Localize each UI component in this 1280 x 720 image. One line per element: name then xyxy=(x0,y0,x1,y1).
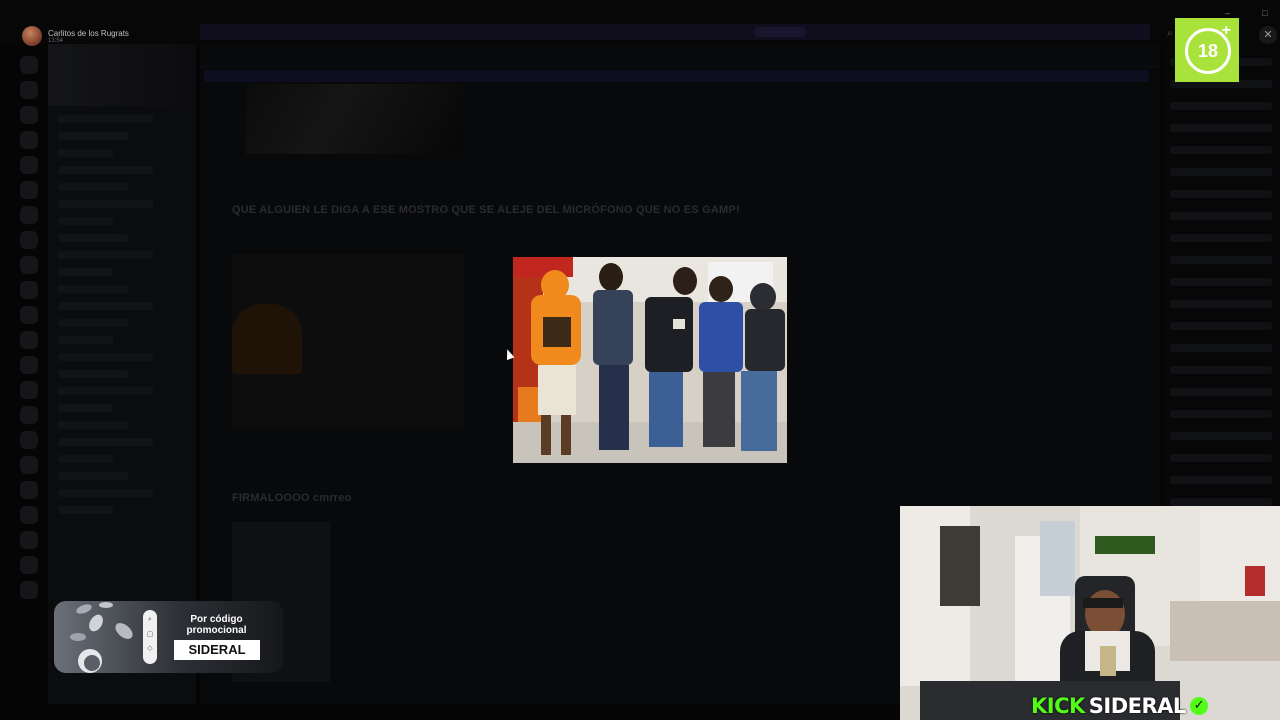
stream-brand-label: KICK SIDERAL ✓ xyxy=(1031,694,1208,718)
channel-item[interactable] xyxy=(58,285,128,293)
member-item[interactable] xyxy=(1170,322,1272,330)
server-icon[interactable] xyxy=(20,556,38,574)
server-icon[interactable] xyxy=(20,56,38,74)
member-item[interactable] xyxy=(1170,344,1272,352)
channel-item[interactable] xyxy=(58,404,113,412)
promo-icons: ⌕ ▢ ◇ xyxy=(143,610,157,664)
member-item[interactable] xyxy=(1170,366,1272,374)
lock-icon: ▢ xyxy=(146,631,154,638)
close-button[interactable]: ✕ xyxy=(1259,26,1277,44)
server-icon[interactable] xyxy=(20,231,38,249)
server-icon[interactable] xyxy=(20,181,38,199)
search-icon: ⌕ xyxy=(148,616,152,623)
server-icon[interactable] xyxy=(20,506,38,524)
user-info[interactable]: Carlitos de los Rugrats 13:54 xyxy=(22,26,129,46)
server-icon[interactable] xyxy=(20,81,38,99)
channel-item[interactable] xyxy=(58,115,153,123)
server-icon[interactable] xyxy=(20,531,38,549)
avatar xyxy=(22,26,42,46)
channel-item[interactable] xyxy=(58,149,113,157)
server-icon[interactable] xyxy=(20,331,38,349)
member-item[interactable] xyxy=(1170,102,1272,110)
channel-item[interactable] xyxy=(58,387,153,395)
server-rail xyxy=(14,50,44,710)
chat-message: FIRMALOOOO cmrreo xyxy=(232,492,352,504)
channel-item[interactable] xyxy=(58,506,113,514)
channel-item[interactable] xyxy=(58,217,113,225)
channel-item[interactable] xyxy=(58,472,128,480)
member-item[interactable] xyxy=(1170,146,1272,154)
channel-item[interactable] xyxy=(58,336,113,344)
streamer-name: SIDERAL xyxy=(1088,694,1187,718)
channel-item[interactable] xyxy=(58,268,113,276)
member-item[interactable] xyxy=(1170,432,1272,440)
notice-button[interactable] xyxy=(755,27,805,37)
server-icon[interactable] xyxy=(20,281,38,299)
image-preview[interactable] xyxy=(513,257,787,463)
notice-strip xyxy=(200,24,1150,40)
zoom-icon[interactable]: ⌕ xyxy=(1167,28,1173,39)
member-item[interactable] xyxy=(1170,234,1272,242)
tag-icon: ◇ xyxy=(147,645,153,652)
promo-text: Por código promocional xyxy=(186,614,247,636)
channel-item[interactable] xyxy=(58,132,128,140)
promo-code: SIDERAL xyxy=(174,640,260,660)
member-item[interactable] xyxy=(1170,454,1272,462)
channel-item[interactable] xyxy=(58,370,128,378)
channel-notice xyxy=(204,70,1149,82)
message-attachment[interactable] xyxy=(232,254,464,429)
channel-item[interactable] xyxy=(58,438,153,446)
minimize-button[interactable]: – xyxy=(1225,8,1230,18)
server-icon[interactable] xyxy=(20,381,38,399)
member-item[interactable] xyxy=(1170,300,1272,308)
channel-item[interactable] xyxy=(58,251,153,259)
chat-message: QUE ALGUIEN LE DIGA A ESE MOSTRO QUE SE … xyxy=(232,204,740,216)
channel-item[interactable] xyxy=(58,489,153,497)
member-item[interactable] xyxy=(1170,190,1272,198)
age-rating-badge: 18 + xyxy=(1175,18,1239,82)
channel-item[interactable] xyxy=(58,183,128,191)
member-item[interactable] xyxy=(1170,212,1272,220)
webcam-feed xyxy=(900,506,1280,720)
user-name: Carlitos de los Rugrats xyxy=(48,28,129,38)
promo-overlay: ⌕ ▢ ◇ Por código promocional SIDERAL xyxy=(54,601,283,673)
channel-item[interactable] xyxy=(58,455,113,463)
channel-header xyxy=(200,44,1160,67)
message-attachment[interactable] xyxy=(246,84,466,154)
channel-item[interactable] xyxy=(58,200,153,208)
channel-item[interactable] xyxy=(58,319,128,327)
member-item[interactable] xyxy=(1170,124,1272,132)
coins-icon xyxy=(70,602,133,673)
member-item[interactable] xyxy=(1170,498,1272,506)
member-item[interactable] xyxy=(1170,388,1272,396)
channel-item[interactable] xyxy=(58,234,128,242)
plus-icon: + xyxy=(1221,22,1231,39)
server-icon[interactable] xyxy=(20,306,38,324)
server-banner xyxy=(48,44,196,106)
channel-item[interactable] xyxy=(58,421,128,429)
member-item[interactable] xyxy=(1170,476,1272,484)
server-icon[interactable] xyxy=(20,106,38,124)
server-icon[interactable] xyxy=(20,581,38,599)
member-item[interactable] xyxy=(1170,278,1272,286)
server-icon[interactable] xyxy=(20,356,38,374)
server-icon[interactable] xyxy=(20,481,38,499)
server-icon[interactable] xyxy=(20,431,38,449)
member-item[interactable] xyxy=(1170,168,1272,176)
server-icon[interactable] xyxy=(20,456,38,474)
member-item[interactable] xyxy=(1170,256,1272,264)
verified-check-icon: ✓ xyxy=(1189,697,1208,715)
server-icon[interactable] xyxy=(20,406,38,424)
server-icon[interactable] xyxy=(20,206,38,224)
channel-item[interactable] xyxy=(58,302,153,310)
maximize-button[interactable]: □ xyxy=(1262,8,1267,18)
kick-logo: KICK xyxy=(1031,694,1085,718)
server-icon[interactable] xyxy=(20,256,38,274)
channel-item[interactable] xyxy=(58,353,153,361)
server-icon[interactable] xyxy=(20,131,38,149)
member-item[interactable] xyxy=(1170,410,1272,418)
server-icon[interactable] xyxy=(20,156,38,174)
user-time: 13:54 xyxy=(48,37,64,44)
channel-item[interactable] xyxy=(58,166,153,174)
